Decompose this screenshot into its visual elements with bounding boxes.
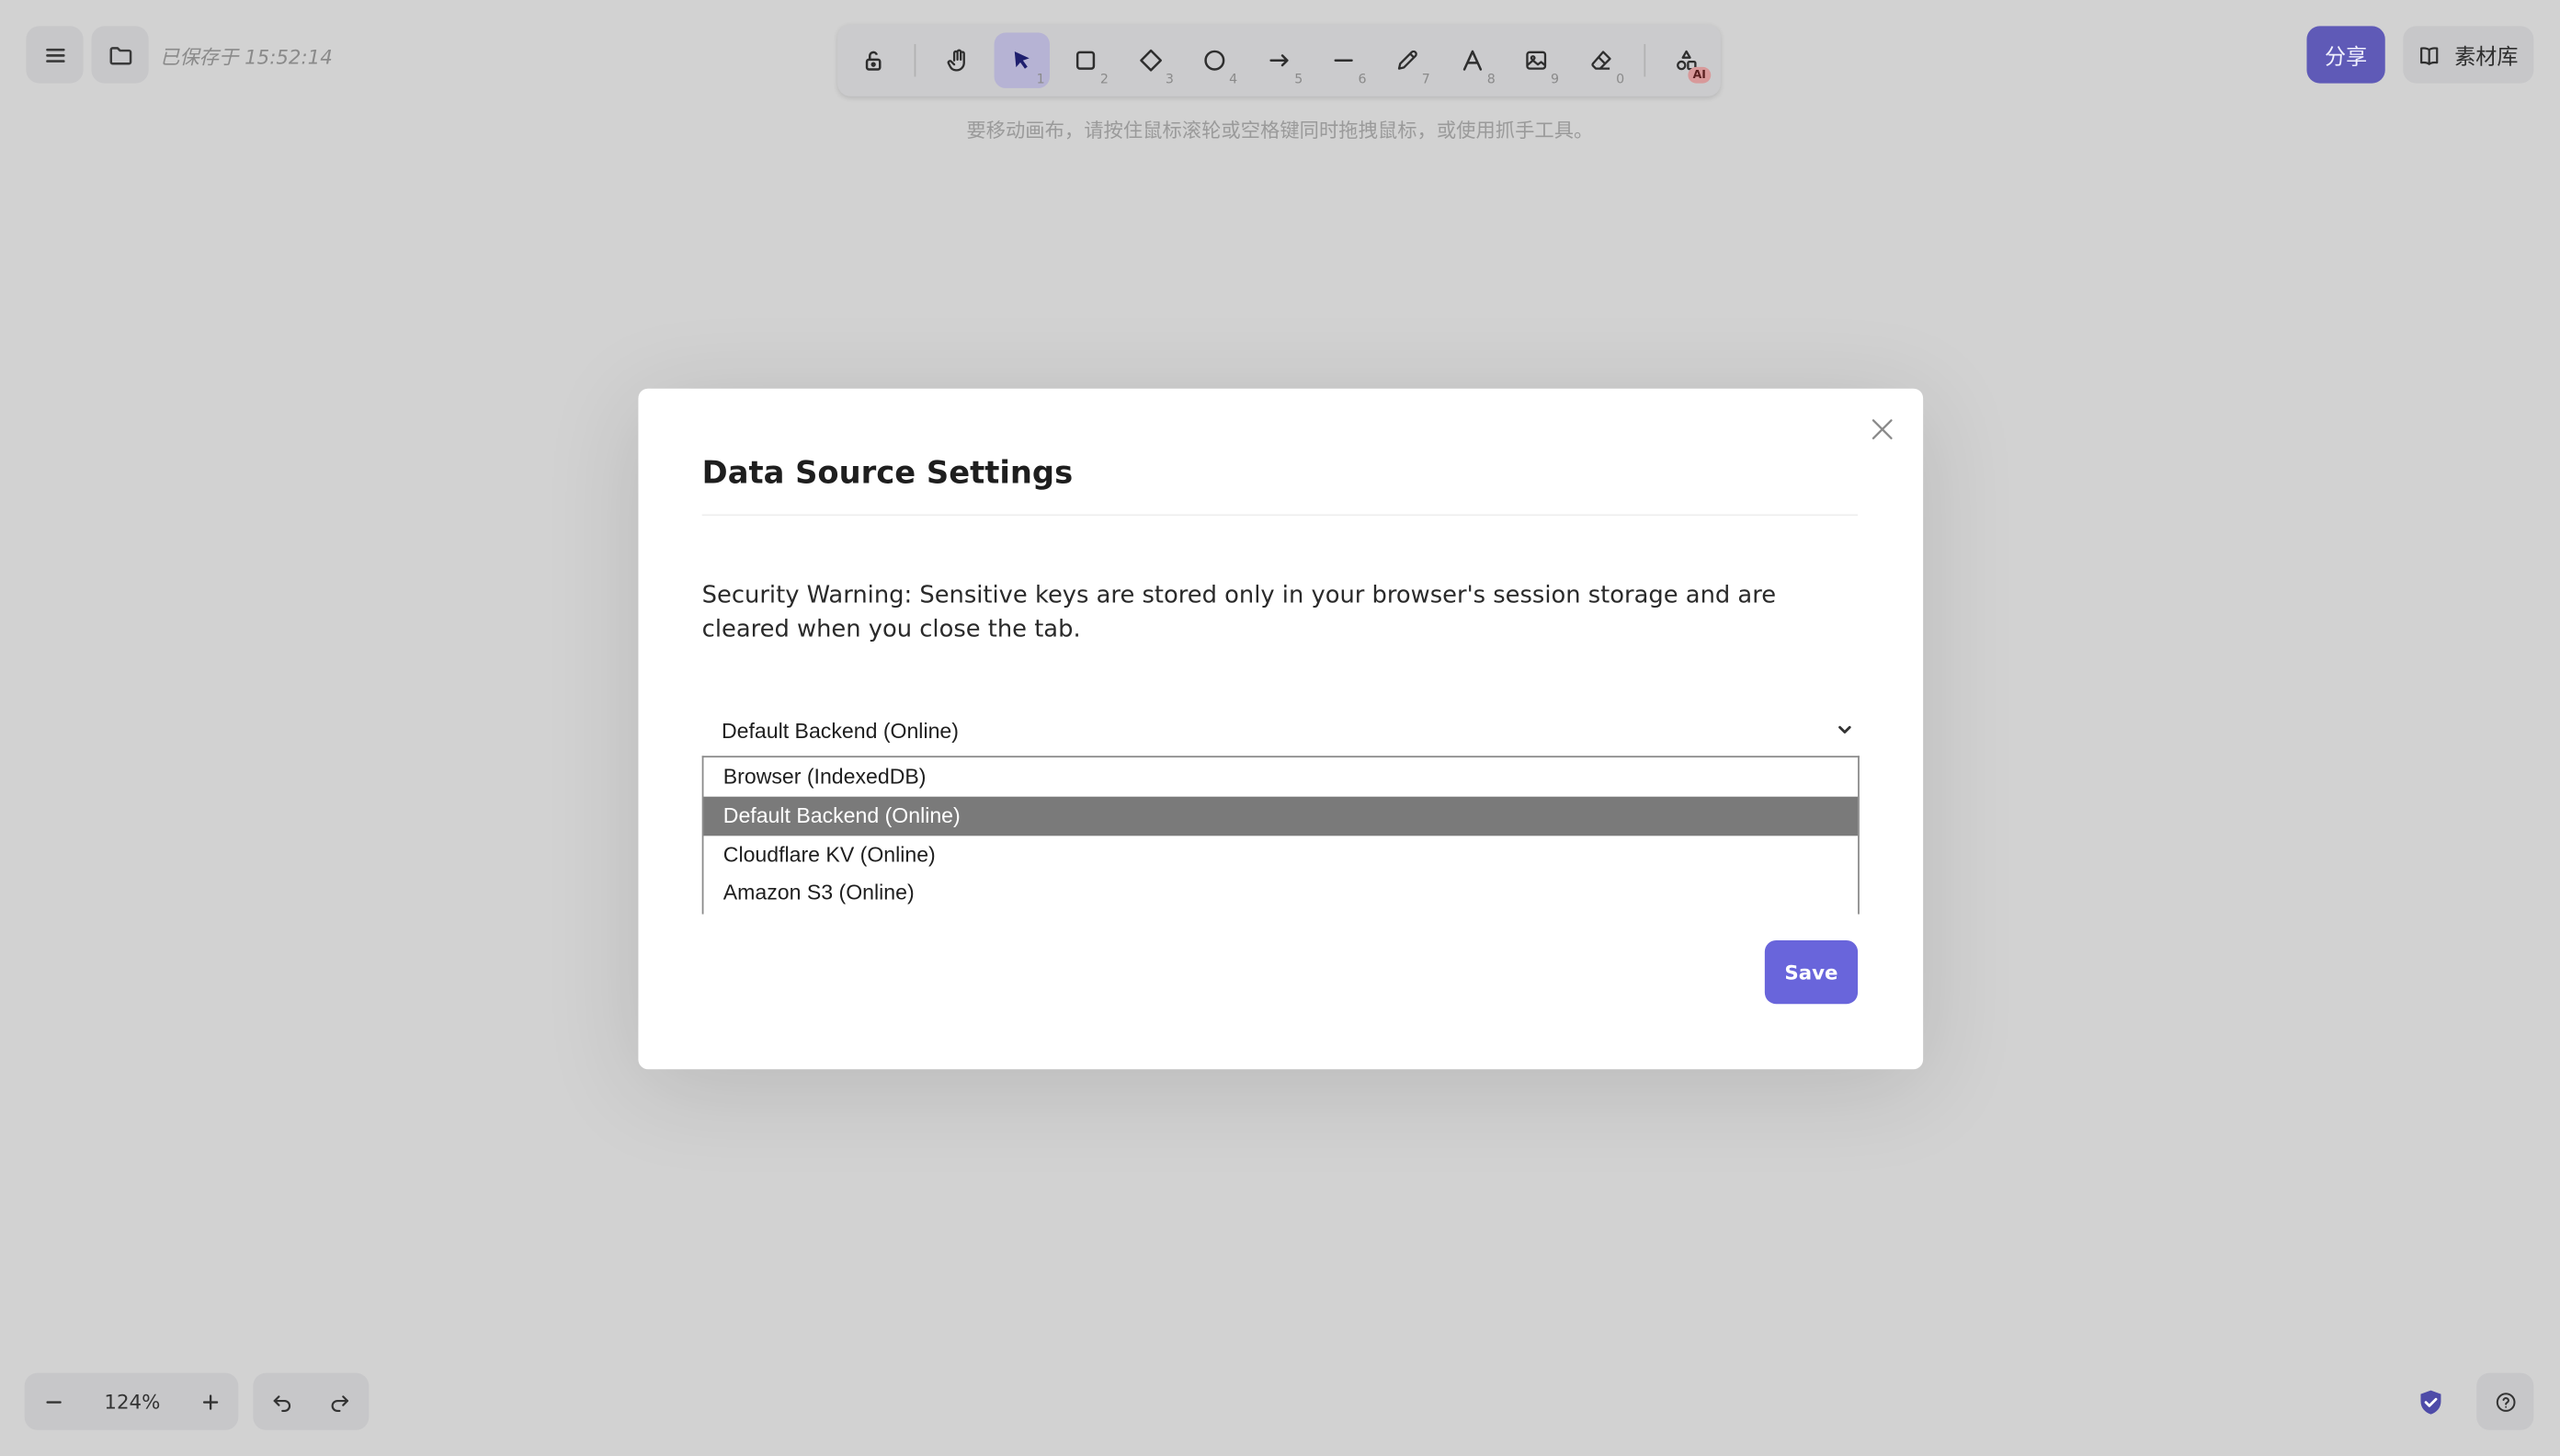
zoom-in-button[interactable] bbox=[181, 1373, 238, 1430]
rectangle-icon bbox=[1075, 51, 1096, 70]
text-tool-button[interactable]: 8 bbox=[1445, 33, 1500, 88]
hand-tool-button[interactable] bbox=[930, 33, 985, 88]
hamburger-menu-icon bbox=[45, 47, 64, 63]
title-divider bbox=[701, 514, 1859, 517]
option-amazon-s3[interactable]: Amazon S3 (Online) bbox=[703, 874, 1858, 913]
eraser-shortcut: 0 bbox=[1616, 72, 1625, 87]
question-circle-icon bbox=[2495, 1392, 2515, 1412]
arrow-shortcut: 5 bbox=[1294, 72, 1303, 87]
image-shortcut: 9 bbox=[1551, 72, 1560, 87]
zoom-out-button[interactable] bbox=[25, 1373, 84, 1430]
pencil-icon bbox=[1397, 50, 1417, 70]
saved-status: 已保存于 15:52:14 bbox=[160, 45, 333, 69]
text-letter-icon bbox=[1462, 50, 1483, 71]
undo-button[interactable] bbox=[253, 1373, 310, 1430]
canvas-hint: 要移动画布，请按住鼠标滚轮或空格键同时拖拽鼠标，或使用抓手工具。 bbox=[966, 119, 1594, 142]
plus-icon bbox=[202, 1393, 218, 1409]
save-button[interactable]: Save bbox=[1764, 939, 1859, 1005]
diamond-shortcut: 3 bbox=[1165, 72, 1174, 87]
close-dialog-button[interactable] bbox=[1866, 413, 1899, 446]
main-menu-button[interactable] bbox=[26, 26, 84, 84]
chevron-down-icon bbox=[1838, 725, 1851, 734]
more-shapes-ai-button[interactable]: AI bbox=[1658, 33, 1713, 88]
redo-button[interactable] bbox=[310, 1373, 367, 1430]
diamond-icon bbox=[1140, 49, 1162, 72]
eraser-icon bbox=[1591, 51, 1611, 70]
line-tool-button[interactable]: 6 bbox=[1315, 33, 1371, 88]
zoom-controls: 124% bbox=[24, 1372, 239, 1430]
data-source-select[interactable]: Default Backend (Online) bbox=[702, 703, 1858, 756]
line-shortcut: 6 bbox=[1358, 72, 1367, 87]
text-shortcut: 8 bbox=[1486, 72, 1496, 87]
data-source-options-list: Browser (IndexedDB) Default Backend (Onl… bbox=[701, 756, 1860, 915]
book-icon bbox=[2420, 46, 2440, 64]
shape-toolbar: 1 2 3 4 5 6 7 8 9 0 AI bbox=[837, 24, 1721, 97]
diamond-tool-button[interactable]: 3 bbox=[1123, 33, 1178, 88]
folder-icon bbox=[108, 46, 131, 64]
open-folder-button[interactable] bbox=[91, 26, 149, 84]
arrow-tool-button[interactable]: 5 bbox=[1252, 33, 1307, 88]
pencil-tool-button[interactable]: 7 bbox=[1380, 33, 1435, 88]
option-default-backend[interactable]: Default Backend (Online) bbox=[703, 796, 1859, 836]
ellipse-tool-button[interactable]: 4 bbox=[1187, 33, 1242, 88]
hand-icon bbox=[947, 49, 965, 72]
redo-icon bbox=[330, 1394, 348, 1412]
unlock-icon bbox=[865, 51, 882, 71]
ai-badge: AI bbox=[1688, 66, 1712, 84]
help-button[interactable] bbox=[2476, 1372, 2534, 1430]
select-current-value: Default Backend (Online) bbox=[721, 717, 959, 743]
library-button[interactable]: 素材库 bbox=[2403, 26, 2534, 84]
toolbar-divider bbox=[914, 43, 916, 77]
eraser-tool-button[interactable]: 0 bbox=[1574, 33, 1629, 88]
history-controls bbox=[253, 1372, 370, 1430]
data-source-settings-dialog: Data Source Settings Security Warning: S… bbox=[638, 388, 1924, 1070]
minus-icon bbox=[46, 1400, 62, 1403]
arrow-right-icon bbox=[1269, 54, 1289, 67]
security-warning: Security Warning: Sensitive keys are sto… bbox=[701, 583, 1777, 643]
encryption-status-button[interactable] bbox=[2413, 1384, 2449, 1420]
rectangle-shortcut: 2 bbox=[1099, 72, 1109, 87]
close-icon bbox=[1872, 419, 1893, 440]
shield-check-icon bbox=[2420, 1390, 2441, 1415]
undo-icon bbox=[272, 1394, 290, 1412]
option-browser-indexeddb[interactable]: Browser (IndexedDB) bbox=[703, 757, 1858, 796]
library-label: 素材库 bbox=[2454, 45, 2519, 71]
toolbar-divider bbox=[1644, 43, 1646, 77]
image-tool-button[interactable]: 9 bbox=[1508, 33, 1564, 88]
image-icon bbox=[1526, 51, 1547, 70]
zoom-level[interactable]: 124% bbox=[84, 1373, 182, 1430]
cursor-arrow-icon bbox=[1014, 51, 1030, 69]
rectangle-tool-button[interactable]: 2 bbox=[1058, 33, 1113, 88]
line-icon bbox=[1334, 59, 1353, 62]
pencil-shortcut: 7 bbox=[1421, 72, 1430, 87]
app-root: 已保存于 15:52:14 1 2 3 4 5 6 7 8 9 0 AI 要移动… bbox=[0, 0, 2560, 1456]
circle-icon bbox=[1204, 50, 1225, 71]
select-tool-button[interactable]: 1 bbox=[994, 32, 1050, 88]
dialog-title: Data Source Settings bbox=[701, 455, 1074, 492]
select-shortcut: 1 bbox=[1036, 72, 1045, 87]
lock-tool-button[interactable] bbox=[846, 33, 901, 88]
option-cloudflare-kv[interactable]: Cloudflare KV (Online) bbox=[703, 836, 1858, 874]
ellipse-shortcut: 4 bbox=[1229, 72, 1238, 87]
share-button[interactable]: 分享 bbox=[2306, 26, 2385, 84]
